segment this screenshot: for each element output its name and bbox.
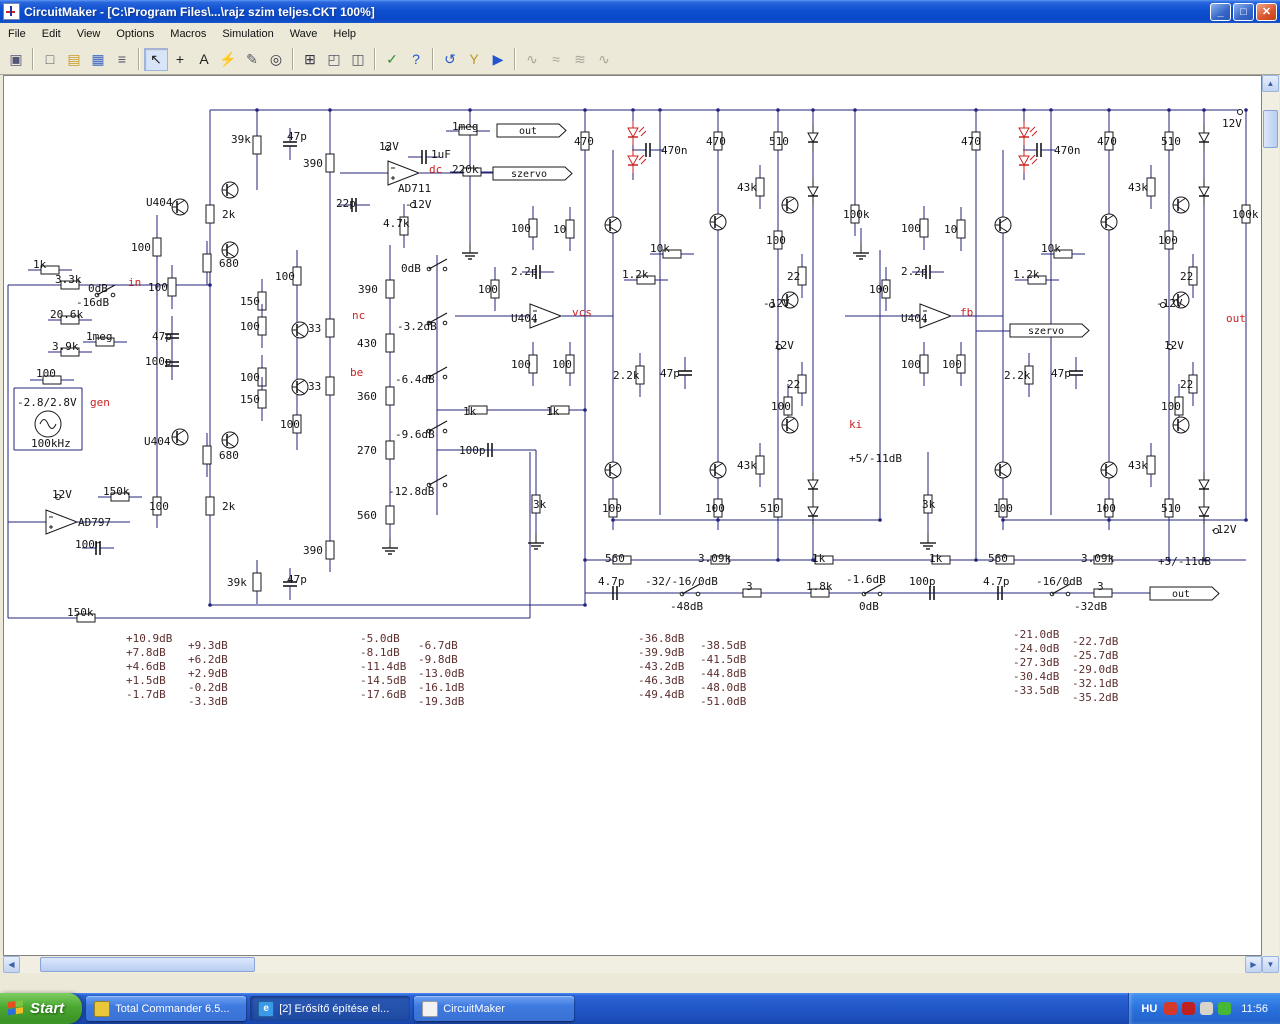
vertical-scrollbar[interactable]: ▲ ▼ <box>1262 75 1279 973</box>
task-button[interactable]: Total Commander 6.5... <box>86 996 247 1021</box>
menu-wave[interactable]: Wave <box>282 25 326 43</box>
digital-analog-check-icon[interactable]: ✓ <box>380 48 404 71</box>
wire-tool-icon[interactable]: + <box>168 48 192 71</box>
toolbar-separator <box>514 48 516 70</box>
scroll-down-button[interactable]: ▼ <box>1262 956 1279 973</box>
horizontal-scrollbar[interactable]: ◀ ▶ <box>3 956 1262 973</box>
antivirus-icon[interactable] <box>1182 1002 1196 1015</box>
task-button-icon <box>94 1000 111 1017</box>
schematic-window-icon[interactable]: ▣ <box>4 48 28 71</box>
zoom-area-icon[interactable]: ⊞ <box>298 48 322 71</box>
menu-macros[interactable]: Macros <box>162 25 214 43</box>
menu-file[interactable]: File <box>0 25 34 43</box>
toolbar-separator <box>432 48 434 70</box>
minimize-button[interactable]: _ <box>1210 2 1231 21</box>
edit-tool-icon[interactable]: ✎ <box>240 48 264 71</box>
toolbar-separator <box>374 48 376 70</box>
maximize-button[interactable]: □ <box>1233 2 1254 21</box>
messenger-icon[interactable] <box>1218 1002 1232 1015</box>
open-file-icon[interactable]: ▤ <box>62 48 86 71</box>
scroll-right-button[interactable]: ▶ <box>1245 956 1262 973</box>
zoom-tool-icon[interactable]: ◎ <box>264 48 288 71</box>
toolbar: ▣ □ ▤ ▦ ≡ ↖ + A ⚡ ✎ ◎ ⊞ ◰ ◫ ✓? ↺ Y ▶ ∿ ≈ ≋ ∿ <box>0 44 1280 75</box>
menu-edit[interactable]: Edit <box>34 25 69 43</box>
print-icon[interactable]: ≡ <box>110 48 134 71</box>
save-file-icon[interactable]: ▦ <box>86 48 110 71</box>
menu-view[interactable]: View <box>69 25 109 43</box>
task-button[interactable]: CircuitMaker <box>414 996 575 1021</box>
close-button[interactable]: ✕ <box>1256 2 1277 21</box>
help-icon[interactable]: ? <box>404 48 428 71</box>
start-label: Start <box>30 1000 65 1017</box>
split-view-icon[interactable]: ◫ <box>346 48 370 71</box>
waveform-scope-4-icon[interactable]: ∿ <box>592 48 616 71</box>
task-button-label: [2] Erősítő építése el... <box>279 1002 390 1015</box>
toolbar-separator <box>32 48 34 70</box>
toolbar-separator <box>138 48 140 70</box>
scroll-up-button[interactable]: ▲ <box>1262 75 1279 92</box>
system-tray: HU 11:56 <box>1128 993 1280 1024</box>
status-strip <box>0 973 1280 993</box>
volume-icon[interactable] <box>1200 1002 1214 1015</box>
start-button[interactable]: Start <box>0 993 83 1024</box>
arrow-tool-icon[interactable]: ↖ <box>144 47 168 71</box>
delete-tool-icon[interactable]: ⚡ <box>216 48 240 71</box>
horizontal-scroll-thumb[interactable] <box>40 957 255 972</box>
menu-options[interactable]: Options <box>108 25 162 43</box>
toolbar-separator <box>292 48 294 70</box>
run-simulation-icon[interactable]: ▶ <box>486 48 510 71</box>
language-indicator[interactable]: HU <box>1141 1003 1157 1015</box>
task-button-icon <box>422 1000 439 1017</box>
waveform-scope-3-icon[interactable]: ≋ <box>568 48 592 71</box>
task-button[interactable]: e [2] Erősítő építése el... <box>250 996 411 1021</box>
reset-simulation-icon[interactable]: ↺ <box>438 48 462 71</box>
titlebar[interactable]: CircuitMaker - [C:\Program Files\...\raj… <box>0 0 1280 23</box>
copy-clipboard-icon[interactable]: ◰ <box>322 48 346 71</box>
taskbar: Start Total Commander 6.5... e [2] Erősítő… <box>0 993 1280 1024</box>
task-button-label: CircuitMaker <box>443 1002 505 1015</box>
waveform-scope-2-icon[interactable]: ≈ <box>544 48 568 71</box>
probe-icon[interactable]: Y <box>462 48 486 71</box>
security-alert-icon[interactable] <box>1164 1002 1178 1015</box>
task-button-label: Total Commander 6.5... <box>115 1002 230 1015</box>
task-button-icon: e <box>258 1000 275 1017</box>
clock: 11:56 <box>1241 1002 1268 1015</box>
menu-simulation[interactable]: Simulation <box>214 25 281 43</box>
app-icon <box>3 3 20 20</box>
scroll-left-button[interactable]: ◀ <box>3 956 20 973</box>
window-title: CircuitMaker - [C:\Program Files\...\raj… <box>24 4 375 19</box>
text-tool-icon[interactable]: A <box>192 48 216 71</box>
menubar: File Edit View Options Macros Simulation Wave H… <box>0 23 1280 45</box>
new-file-icon[interactable]: □ <box>38 48 62 71</box>
vertical-scroll-thumb[interactable] <box>1263 110 1278 148</box>
menu-help[interactable]: Help <box>325 25 364 43</box>
windows-flag-icon <box>8 1000 25 1017</box>
schematic-canvas[interactable] <box>3 75 1262 956</box>
waveform-scope-1-icon[interactable]: ∿ <box>520 48 544 71</box>
